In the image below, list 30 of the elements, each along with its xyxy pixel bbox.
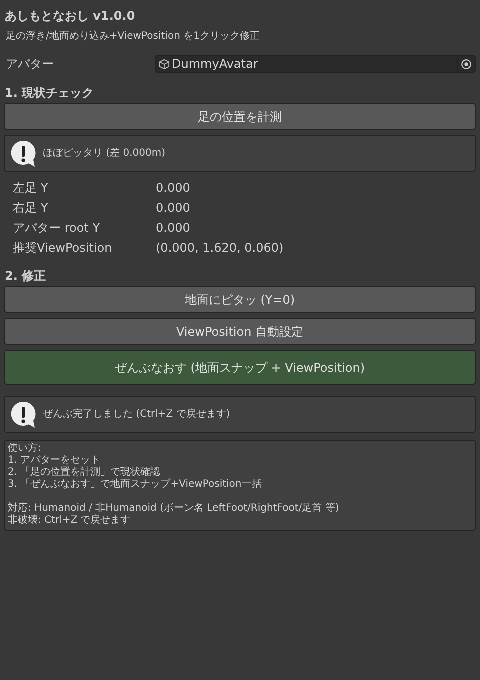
usage-line: 3. 「ぜんぶなおす」で地面スナップ+ViewPosition一括: [8, 479, 263, 491]
section-heading: 1. 現状チェック: [4, 85, 96, 102]
readout-value: (0.000, 1.620, 0.060): [156, 240, 284, 257]
action-button[interactable]: 地面にピタッ (Y=0): [4, 286, 476, 313]
object-field[interactable]: DummyAvatar: [155, 55, 476, 73]
readout-label: 推奨ViewPosition: [13, 240, 114, 257]
window-title: あしもとなおし v1.0.0: [4, 8, 136, 25]
subtitle: 足の浮き/地面めり込み+ViewPosition を1クリック修正: [5, 30, 261, 44]
field-label: アバター: [5, 56, 55, 73]
usage-line: 非破壊: Ctrl+Z で戻せます: [8, 515, 132, 527]
fix-all-button[interactable]: ぜんぶなおす (地面スナップ + ViewPosition): [4, 350, 476, 385]
section-heading: 2. 修正: [4, 268, 48, 285]
readout-label: アバター root Y: [13, 220, 102, 237]
warning-bubble-icon: [10, 140, 37, 168]
usage-line: 2. 「足の位置を計測」で現状確認: [8, 467, 162, 478]
readout-value: 0.000: [156, 200, 190, 217]
readout-value: 0.000: [156, 220, 190, 237]
readout-value: 0.000: [156, 180, 190, 197]
target-icon[interactable]: [461, 58, 472, 70]
warning-bubble-icon: [10, 400, 37, 428]
usage-line: 対応: Humanoid / 非Humanoid (ボーン名 LeftFoot/RightFoot/足首 等): [8, 503, 340, 514]
usage-line: 1. アバターをセット: [8, 455, 102, 466]
action-button[interactable]: ViewPosition 自動設定: [4, 318, 476, 345]
message-text: ほぼピッタリ (差 0.000m): [43, 147, 166, 161]
readout-label: 左足 Y: [13, 180, 50, 197]
readout-label: 右足 Y: [13, 200, 50, 217]
message-text: ぜんぶ完了しました (Ctrl+Z で戻せます): [43, 408, 230, 422]
action-button[interactable]: 足の位置を計測: [4, 103, 476, 130]
cube-icon: [159, 58, 170, 70]
usage-line: 使い方:: [8, 443, 42, 455]
